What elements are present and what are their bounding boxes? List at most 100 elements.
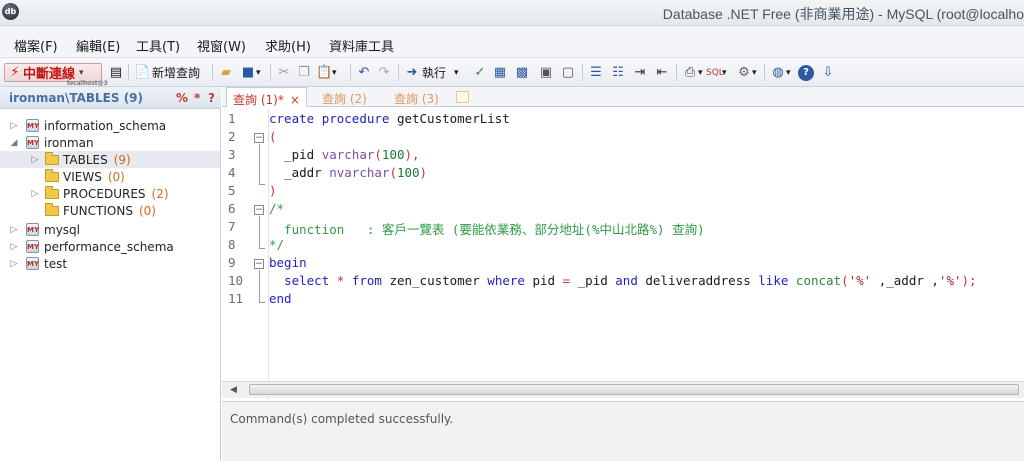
- fold-toggle-icon[interactable]: −: [254, 205, 264, 215]
- close-icon[interactable]: ×: [290, 93, 300, 107]
- output-pane: Command(s) completed successfully.: [222, 401, 1024, 461]
- outdent-button[interactable]: ⇤: [654, 63, 670, 82]
- menu-file[interactable]: 檔案(F): [14, 36, 58, 55]
- horizontal-scrollbar[interactable]: ◀: [222, 381, 1024, 398]
- menu-tools[interactable]: 工具(T): [136, 36, 180, 55]
- save-button[interactable]: ■ ▾: [240, 63, 261, 82]
- help-button[interactable]: ?: [798, 63, 814, 82]
- expand-icon[interactable]: ▷: [9, 225, 19, 235]
- dbnet-app-icon[interactable]: db: [2, 3, 19, 20]
- sql-button[interactable]: SQL ▾: [706, 63, 727, 82]
- print-button[interactable]: ⎙ ▾: [682, 63, 703, 82]
- code-line: create procedure getCustomerList: [269, 111, 510, 126]
- expand-icon[interactable]: ▷: [9, 121, 19, 131]
- settings-button[interactable]: ⚙ ▾: [736, 63, 756, 82]
- tree-item-functions[interactable]: FUNCTIONS (0): [0, 202, 220, 219]
- menu-bar: 檔案(F) 編輯(E) 工具(T) 視窗(W) 求助(H) 資料庫工具: [0, 26, 1024, 58]
- execute-button[interactable]: ➜ 執行 ▾: [404, 63, 459, 82]
- all-button[interactable]: *: [194, 91, 200, 105]
- toolbar-separator: [582, 64, 583, 81]
- snippet-button[interactable]: ▣: [538, 63, 554, 82]
- expand-icon[interactable]: ▷: [9, 242, 19, 252]
- code-line: /*: [269, 201, 285, 216]
- format-button[interactable]: ▢: [560, 63, 576, 82]
- new-query-label: 新增查詢: [152, 66, 201, 80]
- disconnect-button[interactable]: ⚡ 中斷連線 ▾ localhost@3: [4, 63, 108, 87]
- folder-icon: [45, 152, 59, 165]
- web-button[interactable]: ◍ ▾: [770, 63, 790, 82]
- fold-guide: [259, 302, 265, 303]
- connection-caption: localhost@3: [67, 80, 108, 87]
- code-token: procedure: [321, 111, 390, 126]
- tree-item-mysql[interactable]: ▷ MY mysql: [0, 221, 220, 238]
- grid-button[interactable]: ▦: [492, 63, 508, 82]
- code-line: _addr nvarchar(100): [269, 165, 427, 180]
- chevron-left-icon[interactable]: ◀: [230, 385, 237, 395]
- tree-item-label: VIEWS: [63, 169, 102, 184]
- print-icon: ⎙: [684, 64, 696, 80]
- line-number: 8: [228, 237, 236, 252]
- tab-query-2[interactable]: 查詢 (2): [316, 87, 373, 107]
- redo-button[interactable]: ↷: [376, 63, 392, 82]
- undo-button[interactable]: ↶: [356, 63, 372, 82]
- cut-button[interactable]: ✂: [276, 63, 292, 82]
- menu-window[interactable]: 視窗(W): [197, 36, 246, 55]
- tab-query-1[interactable]: 查詢 (1)* ×: [226, 87, 307, 107]
- tree-item-count: (2): [151, 186, 169, 201]
- help-button[interactable]: ?: [208, 91, 215, 105]
- query-tab-strip: 查詢 (1)* × 查詢 (2) 查詢 (3): [222, 87, 1024, 107]
- comment-button[interactable]: ☰: [588, 63, 604, 82]
- indent-button[interactable]: ⇥: [632, 63, 648, 82]
- expand-icon[interactable]: ▷: [30, 189, 40, 199]
- tree-item-label: TABLES: [63, 152, 108, 167]
- tree-item-views[interactable]: VIEWS (0): [0, 168, 220, 185]
- sql-code-editor[interactable]: create procedure getCustomerList ( _pid …: [269, 109, 1024, 369]
- folder-icon: [45, 203, 59, 216]
- chevron-down-icon: ▾: [256, 67, 261, 78]
- fold-guide: [259, 144, 260, 184]
- cut-icon: ✂: [278, 64, 290, 80]
- tab-query-3[interactable]: 查詢 (3): [388, 87, 445, 107]
- tree-item-label: FUNCTIONS: [63, 203, 133, 218]
- line-number: 1: [228, 111, 236, 126]
- toolbar-separator: [676, 64, 677, 81]
- results-grid-button[interactable]: ▩: [514, 63, 530, 82]
- check-icon: ✓: [474, 64, 486, 80]
- execute-icon: ➜: [406, 64, 418, 80]
- tree-item-tables[interactable]: ▷ TABLES (9): [0, 151, 220, 168]
- line-number: 7: [228, 219, 236, 234]
- menu-db-tools[interactable]: 資料庫工具: [329, 36, 394, 55]
- folder-icon: [45, 186, 59, 199]
- tree-item-information-schema[interactable]: ▷ MY information_schema: [0, 117, 220, 134]
- tree-item-count: (0): [107, 169, 125, 184]
- check-syntax-button[interactable]: ✓: [472, 63, 488, 82]
- code-token: 100: [381, 147, 405, 162]
- sql-icon: SQL: [706, 67, 724, 78]
- menu-edit[interactable]: 編輯(E): [76, 36, 120, 55]
- object-explorer: ironman\TABLES (9) % * ? ▷ MY informatio…: [0, 87, 221, 461]
- paste-button[interactable]: 📋 ▾: [316, 63, 337, 82]
- open-button[interactable]: ▰: [218, 63, 234, 82]
- uncomment-button[interactable]: ☷: [610, 63, 626, 82]
- expand-icon[interactable]: ▷: [30, 155, 40, 165]
- new-query-button[interactable]: 📄 新增查詢: [134, 63, 200, 82]
- download-button[interactable]: ⇩: [820, 63, 836, 82]
- tree-item-test[interactable]: ▷ MY test: [0, 255, 220, 272]
- code-token: deliveraddress: [645, 273, 751, 288]
- code-line: */: [269, 237, 285, 252]
- tree-item-count: (9): [113, 152, 131, 167]
- menu-help[interactable]: 求助(H): [265, 36, 311, 55]
- expand-icon[interactable]: ▷: [9, 259, 19, 269]
- filter-button[interactable]: %: [176, 91, 188, 105]
- tree-item-ironman[interactable]: ◢ MY ironman: [0, 134, 220, 151]
- scrollbar-thumb[interactable]: [249, 384, 1019, 395]
- new-tab-button[interactable]: [456, 91, 469, 103]
- collapse-icon[interactable]: ◢: [9, 138, 19, 148]
- tree-item-performance-schema[interactable]: ▷ MY performance_schema: [0, 238, 220, 255]
- properties-button[interactable]: ▤: [108, 63, 124, 82]
- tree-item-procedures[interactable]: ▷ PROCEDURES (2): [0, 185, 220, 202]
- fold-toggle-icon[interactable]: −: [254, 133, 264, 143]
- fold-toggle-icon[interactable]: −: [254, 259, 264, 269]
- copy-button[interactable]: ❐: [296, 63, 312, 82]
- database-icon: MY: [26, 119, 39, 132]
